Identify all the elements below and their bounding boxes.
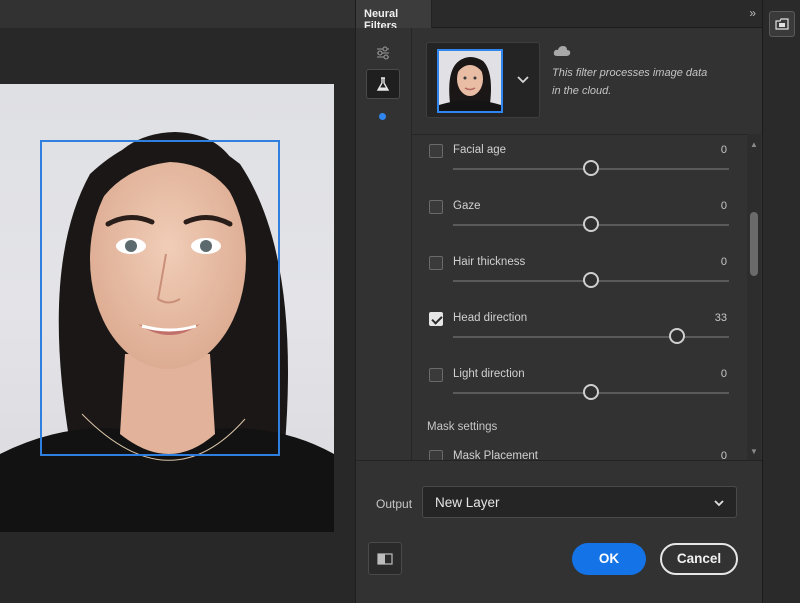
panel-title-tab[interactable]: Neural Filters	[356, 0, 432, 32]
facial-age-label: Facial age	[453, 144, 507, 156]
light-direction-label: Light direction	[453, 368, 525, 380]
list-scrollbar[interactable]: ▲ ▼	[747, 134, 761, 460]
filter-category-rail	[356, 28, 412, 460]
cloud-icon	[553, 46, 571, 56]
face-thumbnail-image	[439, 57, 501, 111]
filter-row-head-direction: Head direction 33	[412, 303, 747, 359]
compare-icon	[377, 552, 393, 565]
cancel-button[interactable]: Cancel	[660, 543, 738, 575]
beta-filters-button[interactable]	[366, 69, 400, 99]
light-direction-checkbox[interactable]	[429, 368, 443, 382]
hair-thickness-checkbox[interactable]	[429, 256, 443, 270]
scroll-down-icon[interactable]: ▼	[750, 447, 758, 456]
hair-thickness-value: 0	[720, 256, 727, 268]
facial-age-slider-handle[interactable]	[583, 160, 599, 176]
mask-placement-checkbox[interactable]	[429, 450, 443, 460]
cloud-processing-note: This filter processes image data in the …	[552, 64, 752, 100]
chevron-down-icon	[714, 500, 724, 507]
neural-filters-panel: Neural Filters » This filter processes i…	[355, 0, 763, 603]
app-window: Neural Filters » This filter processes i…	[0, 0, 800, 603]
canvas-photo[interactable]	[0, 84, 334, 532]
active-indicator-dot	[379, 113, 386, 120]
scrollbar-thumb[interactable]	[750, 212, 758, 276]
scroll-up-icon[interactable]: ▲	[750, 140, 758, 149]
filter-row-hair-thickness: Hair thickness 0	[412, 247, 747, 303]
head-direction-label: Head direction	[453, 312, 528, 324]
mask-settings-heading: Mask settings	[427, 421, 498, 433]
sliders-icon	[377, 46, 389, 60]
head-direction-value: 33	[714, 312, 727, 324]
all-filters-button[interactable]	[366, 38, 400, 68]
gaze-slider-handle[interactable]	[583, 216, 599, 232]
chevron-down-icon[interactable]	[515, 71, 531, 87]
panel-toggle-button[interactable]	[769, 11, 795, 37]
filter-row-facial-age: Facial age 0	[412, 135, 747, 191]
gaze-label: Gaze	[453, 200, 481, 212]
light-direction-value: 0	[720, 368, 727, 380]
facial-age-value: 0	[720, 144, 727, 156]
output-dropdown[interactable]: New Layer	[422, 486, 737, 518]
light-direction-slider-handle[interactable]	[583, 384, 599, 400]
ok-button[interactable]: OK	[572, 543, 646, 575]
hair-thickness-label: Hair thickness	[453, 256, 526, 268]
canvas-area	[0, 0, 355, 603]
cloud-note-line2: in the cloud.	[552, 85, 612, 97]
mask-placement-label: Mask Placement	[453, 450, 539, 460]
head-direction-slider-handle[interactable]	[669, 328, 685, 344]
head-direction-checkbox[interactable]	[429, 312, 443, 326]
filter-settings-list: Facial age 0 Gaze 0 Hair thickness 0 Hea…	[412, 134, 747, 460]
output-selected-value: New Layer	[435, 495, 500, 510]
filter-row-light-direction: Light direction 0	[412, 359, 747, 415]
filter-row-mask-placement: Mask Placement 0	[412, 441, 747, 460]
facial-age-checkbox[interactable]	[429, 144, 443, 158]
right-toolbar-strip	[762, 0, 800, 603]
preview-thumbnail-card[interactable]	[426, 42, 540, 118]
panel-footer: Output New Layer OK Cancel	[356, 460, 763, 603]
hair-thickness-slider-handle[interactable]	[583, 272, 599, 288]
panel-icon	[775, 18, 789, 30]
canvas-topbar	[0, 0, 355, 28]
head-direction-slider-track[interactable]	[453, 336, 729, 338]
cloud-note-line1: This filter processes image data	[552, 67, 708, 79]
face-detection-box	[40, 140, 280, 456]
filter-row-gaze: Gaze 0	[412, 191, 747, 247]
output-label: Output	[376, 497, 413, 511]
gaze-checkbox[interactable]	[429, 200, 443, 214]
gaze-value: 0	[720, 200, 727, 212]
mask-placement-value: 0	[720, 450, 727, 460]
flask-icon	[376, 77, 390, 91]
face-thumbnail[interactable]	[437, 49, 503, 113]
compare-button[interactable]	[368, 542, 402, 575]
double-chevron-right-icon[interactable]: »	[749, 6, 756, 20]
